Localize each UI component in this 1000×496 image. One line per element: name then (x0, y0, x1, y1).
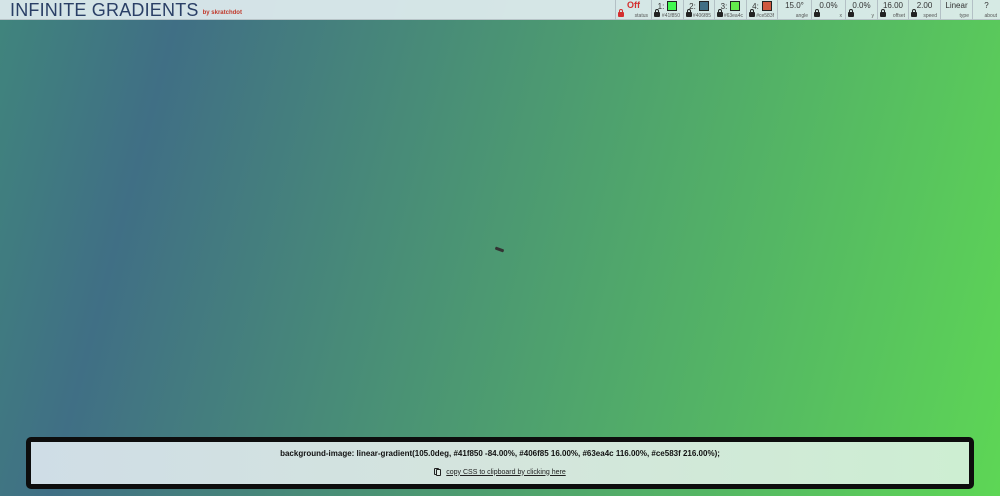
color-2-swatch[interactable] (698, 1, 709, 11)
lock-icon[interactable] (814, 9, 820, 18)
cursor-icon (494, 246, 505, 253)
angle-label: angle (795, 13, 808, 19)
angle-control[interactable]: 15.0° angle (777, 0, 811, 20)
lock-icon[interactable] (911, 9, 917, 18)
color-4-swatch[interactable] (761, 1, 772, 11)
color-3-control[interactable]: 3: #63ea4c (714, 0, 746, 20)
color-3-swatch[interactable] (730, 1, 741, 11)
color-1-hex: #41f850 (661, 13, 680, 19)
author-credit[interactable]: by skratchdot (203, 10, 242, 16)
about-label: about (984, 13, 997, 19)
angle-value: 15.0° (785, 1, 804, 10)
speed-label: speed (923, 13, 937, 19)
about-button[interactable]: ? about (972, 0, 1000, 20)
offset-control[interactable]: 16.00 offset (877, 0, 908, 20)
y-label: y (871, 13, 875, 19)
lock-icon[interactable] (686, 9, 692, 18)
app-title: INFINITE GRADIENTS (10, 0, 199, 20)
lock-icon[interactable] (749, 9, 755, 18)
lock-icon[interactable] (654, 9, 660, 18)
x-control[interactable]: 0.0% x (811, 0, 845, 20)
x-label: x (839, 13, 843, 19)
color-1-swatch[interactable] (667, 1, 678, 11)
color-2-control[interactable]: 2: #406f85 (683, 0, 714, 20)
copy-css-link[interactable]: copy CSS to clipboard by clicking here (446, 469, 565, 476)
css-output-panel: background-image: linear-gradient(105.0d… (26, 437, 974, 489)
type-control[interactable]: Linear type (940, 0, 972, 20)
lock-icon[interactable] (717, 9, 723, 18)
status-toggle[interactable]: Off status (615, 0, 651, 20)
header-bar: INFINITE GRADIENTS by skratchdot Off sta… (0, 0, 1000, 20)
offset-label: offset (892, 13, 905, 19)
color-4-control[interactable]: 4: #ce583f (746, 0, 777, 20)
color-1-control[interactable]: 1: #41f850 (651, 0, 683, 20)
color-2-hex: #406f85 (692, 13, 711, 19)
color-3-hex: #63ea4c (723, 13, 743, 19)
lock-icon[interactable] (880, 9, 886, 18)
brand: INFINITE GRADIENTS by skratchdot (10, 0, 242, 20)
speed-control[interactable]: 2.00 speed (908, 0, 940, 20)
controls-bar: Off status 1: #41f850 2: #406f85 3: #63e… (615, 0, 1000, 20)
lock-icon[interactable] (848, 9, 854, 18)
copy-row[interactable]: copy CSS to clipboard by clicking here (31, 468, 969, 476)
lock-icon[interactable] (618, 9, 624, 18)
type-value: Linear (945, 1, 968, 10)
type-label: type (959, 13, 969, 19)
css-code: background-image: linear-gradient(105.0d… (280, 449, 720, 458)
about-value: ? (984, 1, 989, 10)
status-label: status (634, 13, 648, 19)
y-control[interactable]: 0.0% y (845, 0, 877, 20)
color-4-hex: #ce583f (756, 13, 774, 19)
copy-icon[interactable] (434, 468, 442, 476)
